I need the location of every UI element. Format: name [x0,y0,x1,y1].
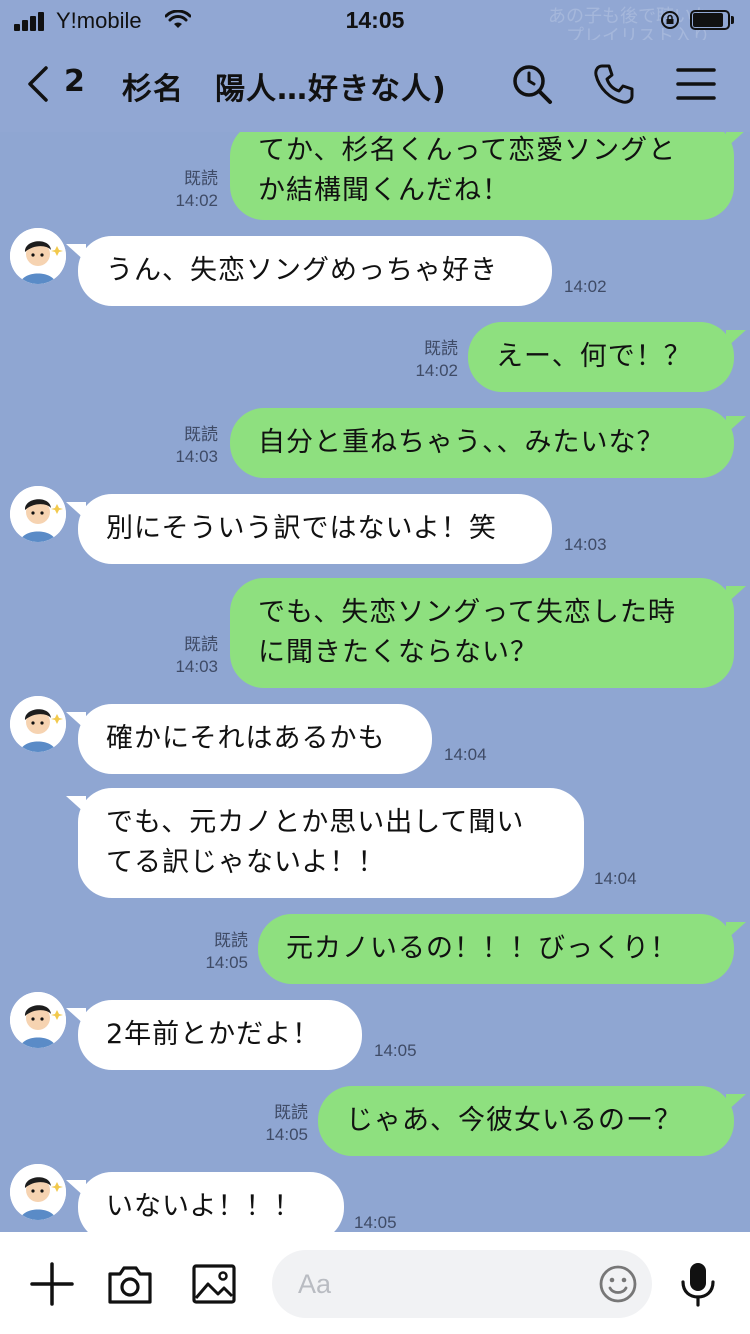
avatar[interactable] [10,1164,66,1220]
message-input-field[interactable] [272,1250,652,1318]
message-time: 14:03 [564,535,607,554]
message-time: 14:04 [594,869,637,888]
avatar-illustration [10,992,66,1048]
avatar[interactable] [10,992,66,1048]
message-text: うん、失恋ソングめっちゃ好き [106,255,498,286]
chevron-left-icon [28,66,48,102]
message-time: 14:03 [175,657,218,676]
avatar-illustration [10,486,66,542]
message-time: 14:02 [175,191,218,210]
message-time: 14:05 [354,1213,397,1232]
incoming-message-bubble[interactable]: 別にそういう訳ではないよ！笑 [66,494,552,564]
message-time: 14:05 [205,953,248,972]
unread-count: 2 [64,64,85,99]
orientation-lock-icon [661,11,679,29]
incoming-message-bubble[interactable]: 確かにそれはあるかも [66,704,432,774]
outgoing-message-bubble[interactable]: じゃあ、今彼女いるのー？ [318,1086,746,1156]
read-receipt: 既読 [424,339,458,358]
back-button[interactable]: 2 [22,58,92,108]
message-text: いないよ！！！ [106,1191,302,1222]
chat-message-list[interactable]: 既読 14:02 てか、杉名くんって恋愛ソングと か結構聞くんだね！ うん、失恋… [0,132,750,1232]
plus-icon[interactable] [28,1260,76,1308]
avatar-illustration [10,228,66,284]
outgoing-message-bubble[interactable]: えー、何で！？ [468,322,746,392]
message-meta: 既読 14:03 [156,424,218,468]
menu-icon[interactable] [674,62,718,106]
status-time: 14:05 [345,7,405,33]
incoming-message-bubble[interactable]: 2年前とかだよ！ [66,1000,362,1070]
incoming-message-bubble[interactable]: でも、元カノとか思い出して聞い てる訳じゃないよ！！ [66,788,584,898]
message-text: 元カノいるの！！！びっくり！ [286,933,678,964]
search-icon[interactable] [510,62,554,106]
microphone-icon[interactable] [674,1260,722,1308]
read-receipt: 既読 [184,635,218,654]
read-receipt: 既読 [184,169,218,188]
outgoing-message-bubble[interactable]: てか、杉名くんって恋愛ソングと か結構聞くんだね！ [230,132,746,220]
message-input-bar [0,1232,750,1334]
message-text: でも、元カノとか思い出して聞い [106,807,525,838]
message-time: 14:04 [444,745,487,764]
message-text: でも、失恋ソングって失恋した時 [258,597,676,628]
message-text: えー、何で！？ [496,341,692,372]
incoming-message-bubble[interactable]: うん、失恋ソングめっちゃ好き [66,236,552,306]
message-time: 14:03 [175,447,218,466]
message-meta: 既読 14:05 [186,930,248,974]
message-text: てる訳じゃないよ！！ [106,847,386,878]
message-meta: 既読 14:02 [396,338,458,382]
message-text: に聞きたくならない？ [258,637,538,668]
avatar[interactable] [10,696,66,752]
avatar[interactable] [10,228,66,284]
message-time: 14:02 [564,277,607,296]
outgoing-message-bubble[interactable]: でも、失恋ソングって失恋した時 に聞きたくならない？ [230,578,746,688]
message-input[interactable] [298,1264,588,1304]
message-text: 確かにそれはあるかも [106,723,386,754]
message-time: 14:02 [415,361,458,380]
outgoing-message-bubble[interactable]: 自分と重ねちゃう、、みたいな？ [230,408,746,478]
message-text: じゃあ、今彼女いるのー？ [346,1105,682,1136]
status-bar: Y!mobile あの子も後で聴いた プレイリスト入り 14:05 [0,0,750,46]
camera-icon[interactable] [106,1260,154,1308]
avatar-illustration [10,1164,66,1220]
phone-icon[interactable] [592,62,636,106]
message-meta: 既読 14:03 [156,634,218,678]
message-text: 自分と重ねちゃう、、みたいな？ [258,427,665,458]
read-receipt: 既読 [184,425,218,444]
message-meta: 既読 14:02 [150,168,218,212]
chat-title: 杉名 陽人…好きな人) [122,72,447,107]
battery-icon [690,10,734,30]
message-time: 14:05 [265,1125,308,1144]
message-time: 14:05 [374,1041,417,1060]
incoming-message-bubble[interactable]: いないよ！！！ [66,1172,344,1232]
read-receipt: 既読 [214,931,248,950]
image-icon[interactable] [190,1260,238,1308]
chat-header: 2 杉名 陽人…好きな人) [0,40,750,132]
message-text: てか、杉名くんって恋愛ソングと [258,135,677,166]
avatar-illustration [10,696,66,752]
avatar[interactable] [10,486,66,542]
message-text: か結構聞くんだね！ [258,175,510,206]
read-receipt: 既読 [274,1103,308,1122]
message-meta: 既読 14:05 [246,1102,308,1146]
message-text: 2年前とかだよ！ [106,1019,321,1050]
message-text: 別にそういう訳ではないよ！笑 [106,513,497,544]
outgoing-message-bubble[interactable]: 元カノいるの！！！びっくり！ [258,914,746,984]
emoji-icon[interactable] [598,1264,638,1304]
